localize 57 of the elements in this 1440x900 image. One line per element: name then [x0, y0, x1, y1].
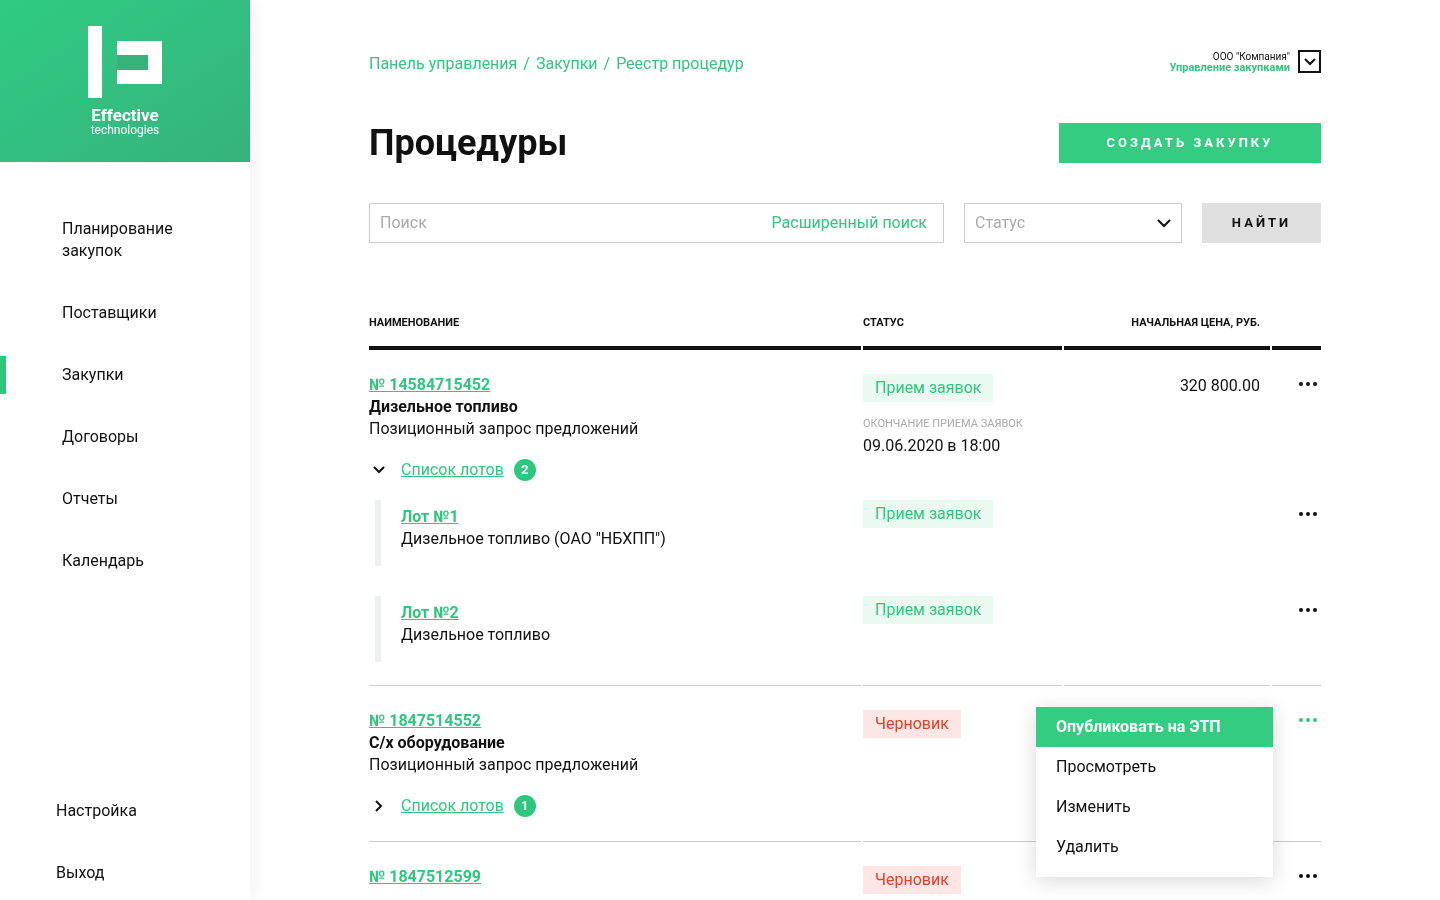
company-name: ООО "Компания": [1212, 50, 1290, 62]
menu-item[interactable]: Изменить: [1036, 786, 1273, 827]
menu-item[interactable]: Просмотреть: [1036, 746, 1273, 787]
lot-link[interactable]: Лот №1: [401, 505, 459, 528]
procedure-type: Позиционный запрос предложений: [369, 417, 640, 440]
procedure-name: Дизельное топливо: [369, 395, 519, 418]
column-header: СТАТУС: [863, 315, 1062, 350]
procedure-name: С/х оборудование: [369, 731, 506, 754]
sidebar-item[interactable]: Поставщики: [0, 294, 200, 332]
procedure-link[interactable]: № 1847512599: [369, 865, 481, 888]
status-tag: Прием заявок: [863, 595, 994, 624]
column-header: НАЧАЛЬНАЯ ЦЕНА, РУБ.: [1064, 315, 1270, 350]
column-header: НАИМЕНОВАНИЕ: [369, 315, 861, 350]
sidebar-item[interactable]: Отчеты: [0, 480, 200, 518]
breadcrumb-separator: /: [523, 53, 530, 75]
lot-link[interactable]: Лот №2: [401, 601, 459, 624]
procedure-link[interactable]: № 1847514552: [369, 709, 481, 732]
sidebar-item[interactable]: Договоры: [0, 418, 200, 456]
lots-link[interactable]: Список лотов: [401, 793, 504, 818]
deadline-label: ОКОНЧАНИЕ ПРИЕМА ЗАЯВОК: [863, 415, 1023, 432]
breadcrumb-link[interactable]: Закупки: [535, 52, 598, 76]
logo-name: Effective: [91, 106, 159, 124]
status-tag: Черновик: [863, 709, 961, 738]
account-dropdown-button[interactable]: [1298, 50, 1321, 73]
chevron-down-icon: [1157, 218, 1171, 228]
menu-item[interactable]: Опубликовать на ЭТП: [1036, 706, 1273, 747]
menu-item[interactable]: Удалить: [1036, 826, 1273, 867]
breadcrumb-link[interactable]: Панель управления: [369, 52, 518, 76]
sidebar-item[interactable]: Календарь: [0, 542, 200, 580]
status-tag: Черновик: [863, 865, 961, 894]
search-field[interactable]: Поиск Расширенный поиск: [369, 203, 944, 243]
price-value: 320 800.00: [1179, 375, 1260, 395]
account-role: Управление закупками: [1169, 61, 1290, 73]
advanced-search-link[interactable]: Расширенный поиск: [771, 211, 927, 235]
lots-count-badge: 2: [513, 458, 536, 481]
sidebar-item[interactable]: Выход: [0, 854, 250, 892]
sidebar-item[interactable]: Настройка: [0, 792, 250, 830]
procedure-link[interactable]: № 14584715452: [369, 373, 491, 396]
breadcrumb-link[interactable]: Реестр процедур: [616, 52, 744, 76]
deadline-value: 09.06.2020 в 18:00: [863, 435, 1001, 457]
lots-link[interactable]: Список лотов: [401, 457, 504, 482]
sidebar-item[interactable]: Закупки: [0, 356, 200, 394]
breadcrumb-separator: /: [603, 53, 611, 75]
status-tag: Прием заявок: [863, 499, 994, 528]
find-button[interactable]: НАЙТИ: [1202, 203, 1321, 243]
logo-tagline: technologies: [90, 124, 160, 136]
procedure-type: Позиционный запрос предложений: [369, 753, 640, 776]
lots-count-badge: 1: [513, 794, 536, 817]
status-tag: Прием заявок: [863, 373, 994, 402]
page-title: Процедуры: [369, 121, 568, 166]
chevron-down-icon: [1303, 57, 1316, 66]
lot-name: Дизельное топливо: [401, 623, 552, 646]
create-button[interactable]: СОЗДАТЬ ЗАКУПКУ: [1059, 123, 1321, 163]
status-select[interactable]: Статус: [964, 203, 1182, 243]
logo-icon: [88, 26, 162, 98]
sidebar-item[interactable]: Планирование закупок: [0, 210, 200, 270]
lot-name: Дизельное топливо (ОАО "НБХПП"): [401, 527, 667, 550]
